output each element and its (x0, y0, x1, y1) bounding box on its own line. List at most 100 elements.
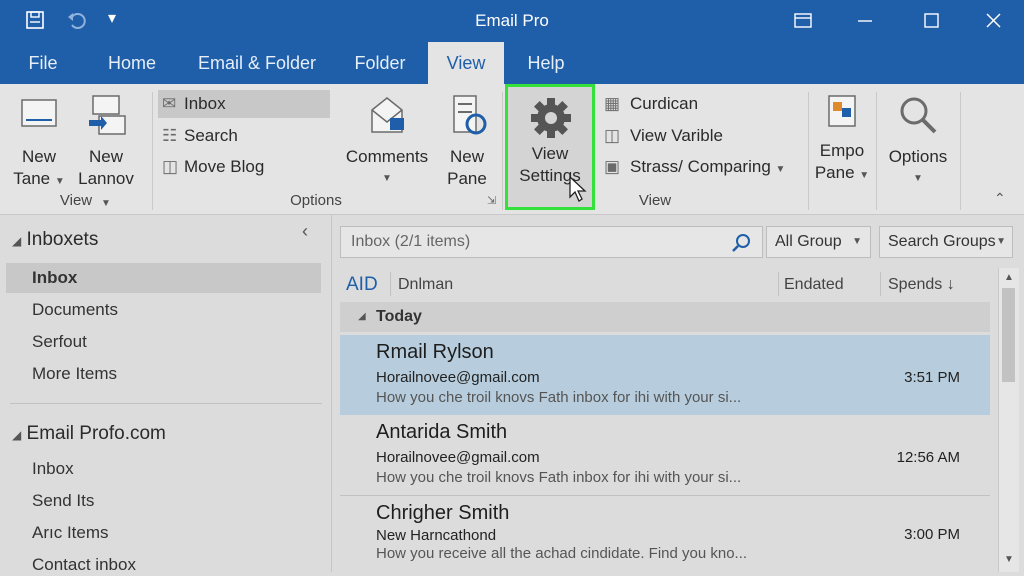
message-preview: How you che troil knovs Fath inbox for i… (376, 469, 742, 486)
search-input[interactable]: Inbox (2/1 items) (351, 233, 470, 251)
divider (880, 272, 881, 296)
chevron-down-icon: ▼ (913, 173, 923, 184)
new-pane-button[interactable]: New Pane (438, 92, 496, 190)
group-label-view-right: View (638, 192, 672, 209)
folder-inbox[interactable]: Inbox (32, 268, 77, 288)
chevron-down-icon: ▼ (852, 236, 862, 247)
new-pane-icon (453, 95, 487, 135)
search-icon[interactable] (731, 232, 753, 254)
tab-help[interactable]: Help (516, 42, 576, 84)
group-dropdown[interactable]: All Group ▼ (766, 226, 871, 258)
options-search-item[interactable]: ☷ Search (158, 122, 330, 150)
search-folder-icon: ☷ (162, 126, 178, 145)
chevron-down-icon: ▼ (54, 176, 65, 187)
curdican-item[interactable]: ▦ Curdican (604, 90, 804, 118)
new-lannov-icon (89, 95, 126, 135)
divider (10, 403, 322, 404)
options-move-blog-item[interactable]: ◫ Move Blog (158, 153, 330, 181)
account-header[interactable]: ◢ Email Profo.com (12, 423, 166, 445)
sender-name: Chrigher Smith (376, 502, 510, 524)
move-icon: ◫ (162, 157, 179, 176)
magnifier-icon (900, 97, 937, 134)
column-header-endated[interactable]: Endated (784, 270, 844, 300)
divider (876, 92, 877, 210)
tab-home[interactable]: Home (96, 42, 168, 84)
sender-email: New Harncathond (376, 527, 497, 544)
empo-pane-button[interactable]: Empo Pane ▼ (812, 92, 872, 187)
folder-documents[interactable]: Documents (32, 300, 118, 320)
folder-contact-inbox[interactable]: Contact inbox (32, 555, 136, 575)
view-icon: ◫ (604, 126, 621, 145)
message-row[interactable]: Antarida Smith Horailnovee@gmail.com How… (340, 415, 990, 495)
collapse-pane-icon[interactable]: ‹ (302, 221, 308, 242)
new-tane-button[interactable]: New Tane ▼ (8, 92, 70, 193)
divider (778, 272, 779, 296)
tab-email-folder[interactable]: Email & Folder (190, 42, 324, 84)
comments-icon (371, 97, 404, 133)
close-icon[interactable] (978, 8, 1008, 34)
comments-button[interactable]: Comments ▼ (342, 92, 432, 190)
calendar-icon: ▦ (604, 94, 621, 113)
divider (152, 92, 153, 210)
message-time: 3:51 PM (904, 369, 960, 386)
message-time: 12:56 AM (896, 449, 960, 466)
folder-serfout[interactable]: Serfout (32, 332, 87, 352)
column-header-dnlman[interactable]: Dnlman (398, 270, 453, 300)
folder-send-its[interactable]: Send Its (32, 491, 94, 511)
column-header-spends[interactable]: Spends ↓ (888, 270, 955, 300)
message-time: 3:00 PM (904, 526, 960, 543)
sender-email: Horailnovee@gmail.com (376, 449, 540, 466)
scrollbar[interactable]: ▲ ▼ (998, 268, 1019, 572)
chevron-down-icon: ▼ (382, 173, 392, 184)
folder-more-items[interactable]: More Items (32, 364, 117, 384)
tab-view[interactable]: View (428, 42, 504, 84)
divider (390, 272, 391, 296)
sender-name: Antarida Smith (376, 421, 508, 443)
message-row[interactable]: Rmail Rylson Horailnovee@gmail.com How y… (340, 335, 990, 415)
view-settings-button[interactable]: View Settings (505, 84, 595, 210)
chevron-down-icon: ▼ (859, 170, 870, 181)
new-tane-icon (21, 99, 57, 127)
ribbon-tabs: File Home Email & Folder Folder View Hel… (0, 42, 1024, 84)
message-preview: How you receive all the achad cindidate.… (376, 545, 748, 562)
scrollbar-thumb[interactable] (1002, 288, 1015, 382)
group-header-today[interactable]: ◢ Today (340, 302, 990, 332)
folder-inbox-2[interactable]: Inbox (32, 459, 74, 479)
column-header-aid[interactable]: AID (346, 270, 378, 300)
divider (960, 92, 961, 210)
group-label-view: View (59, 192, 93, 209)
search-groups-dropdown[interactable]: Search Groups ▼ (879, 226, 1013, 258)
group-label-options: Options (290, 192, 342, 209)
divider (502, 92, 503, 210)
message-row[interactable]: Chrigher Smith New Harncathond How you r… (340, 496, 990, 576)
folder-pane: ‹ ◢ Inboxets Inbox Documents Serfout Mor… (0, 215, 330, 575)
sender-name: Rmail Rylson (376, 341, 494, 363)
dialog-launcher-icon[interactable]: ⇲ (487, 194, 496, 207)
divider (808, 92, 809, 210)
scroll-down-icon[interactable]: ▼ (1004, 554, 1014, 565)
mouse-cursor-icon (569, 175, 587, 202)
strass-comparing-item[interactable]: ▣ Strass/ Comparing ▼ (604, 153, 804, 181)
collapse-ribbon-icon[interactable]: ⌃ (994, 190, 1006, 207)
minimize-icon[interactable] (850, 8, 880, 34)
options-button[interactable]: Options ▼ (880, 92, 956, 190)
tab-folder[interactable]: Folder (344, 42, 416, 84)
chevron-down-icon: ▼ (775, 164, 786, 175)
expand-icon: ◢ (12, 234, 22, 248)
account-header[interactable]: ◢ Inboxets (12, 229, 98, 251)
message-preview: How you che troil knovs Fath inbox for i… (376, 389, 742, 406)
inbox-icon: ✉ (162, 94, 177, 113)
sender-email: Horailnovee@gmail.com (376, 369, 540, 386)
folder-arc-items[interactable]: Arıc Items (32, 523, 109, 543)
view-varible-item[interactable]: ◫ View Varible (604, 122, 804, 150)
tab-file[interactable]: File (16, 42, 70, 84)
options-inbox-item[interactable]: ✉ Inbox (158, 90, 330, 118)
pane-divider (331, 215, 332, 572)
scroll-up-icon[interactable]: ▲ (1004, 272, 1014, 283)
compare-icon: ▣ (604, 157, 621, 176)
ribbon-display-icon[interactable] (788, 8, 818, 34)
search-box[interactable]: Inbox (2/1 items) (340, 226, 763, 258)
expand-icon: ◢ (12, 428, 22, 442)
title-bar: ▾ Email Pro (0, 0, 1024, 42)
maximize-icon[interactable] (916, 8, 946, 34)
